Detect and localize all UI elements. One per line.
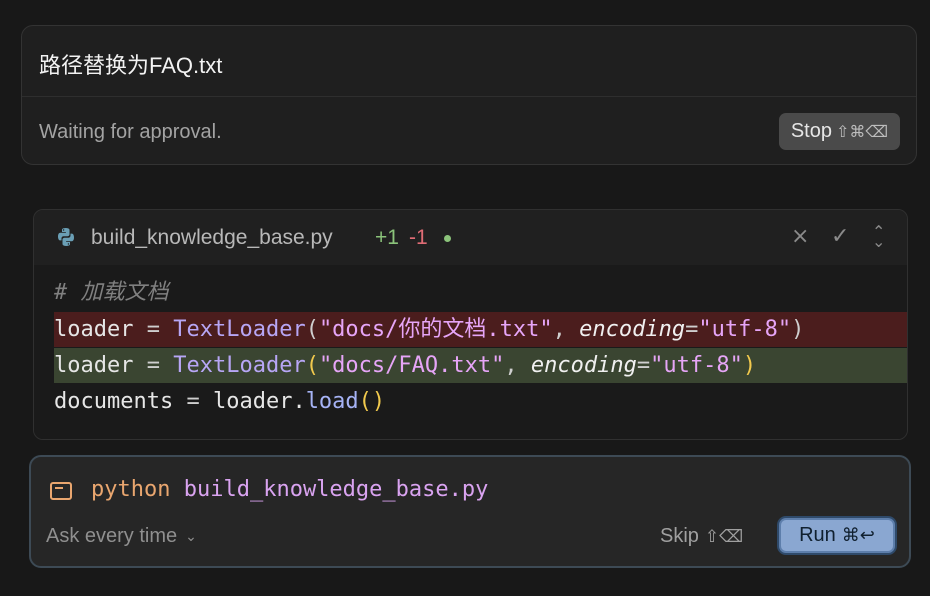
terminal-card: python build_knowledge_base.py Ask every… — [29, 455, 911, 568]
skip-shortcut: ⇧⌫ — [704, 526, 744, 547]
code-line: documents = loader.load() — [54, 384, 907, 419]
diff-card: build_knowledge_base.py +1 -1 × ✓ ⌃ ⌄ # 加… — [33, 209, 908, 440]
token-kwarg: encoding — [530, 353, 637, 378]
token-var: loader — [54, 353, 134, 378]
token-class: TextLoader — [173, 317, 306, 342]
token-string: "utf-8" — [650, 353, 743, 378]
divider — [22, 96, 916, 97]
skip-button[interactable]: Skip ⇧⌫ — [660, 525, 743, 548]
removed-line: loader = TextLoader("docs/你的文档.txt", enc… — [54, 312, 907, 347]
token-paren: ) — [742, 353, 757, 378]
token-eq: = — [685, 317, 699, 342]
terminal-command: python build_knowledge_base.py — [91, 477, 488, 502]
token-op: = — [173, 389, 213, 414]
close-icon[interactable]: × — [791, 224, 809, 249]
terminal-icon — [50, 482, 72, 500]
status-dot — [444, 235, 451, 242]
token-paren: ) — [791, 317, 805, 342]
code-comment: # 加载文档 — [54, 280, 169, 305]
token-paren: () — [358, 389, 386, 414]
command-program: python — [91, 477, 171, 502]
token-function: load — [305, 389, 359, 414]
token-eq: = — [636, 353, 651, 378]
run-button-label: Run — [799, 524, 836, 546]
file-name[interactable]: build_knowledge_base.py — [91, 226, 333, 250]
expand-icon[interactable]: ⌃ ⌄ — [872, 224, 885, 250]
stop-button[interactable]: Stop ⇧⌘⌫ — [778, 113, 900, 150]
token-string: "docs/FAQ.txt" — [318, 353, 505, 378]
stop-button-label: Stop — [790, 120, 832, 142]
token-op: = — [133, 317, 174, 342]
run-shortcut: ⌘↩ — [841, 525, 875, 546]
token-sep: , — [504, 353, 531, 378]
token-paren: ( — [305, 317, 319, 342]
command-argument: build_knowledge_base.py — [183, 477, 489, 502]
token-object: loader. — [212, 389, 306, 414]
task-card: 路径替换为FAQ.txt Waiting for approval. Stop … — [21, 25, 917, 165]
check-icon[interactable]: ✓ — [831, 224, 849, 249]
python-icon — [58, 228, 74, 246]
additions-count: +1 — [375, 226, 399, 249]
deletions-count: -1 — [409, 226, 428, 249]
token-kwarg: encoding — [579, 317, 686, 342]
run-button[interactable]: Run ⌘↩ — [779, 518, 895, 553]
diff-header: build_knowledge_base.py +1 -1 × ✓ ⌃ ⌄ — [34, 210, 907, 265]
token-sep: , — [552, 317, 580, 342]
token-paren: ( — [305, 353, 319, 378]
task-title: 路径替换为FAQ.txt — [39, 53, 223, 78]
status-text: Waiting for approval. — [39, 121, 222, 143]
skip-button-label: Skip — [660, 525, 699, 547]
code-view: # 加载文档 loader = TextLoader("docs/你的文档.tx… — [34, 265, 907, 439]
token-string: "docs/你的文档.txt" — [318, 317, 553, 342]
token-string: "utf-8" — [698, 317, 792, 342]
token-var: loader — [54, 317, 134, 342]
added-line: loader = TextLoader("docs/FAQ.txt", enco… — [54, 348, 907, 383]
token-op: = — [133, 353, 174, 378]
token-var: documents — [54, 389, 174, 414]
chevron-down-icon: ⌄ — [185, 528, 197, 545]
approval-mode-select[interactable]: Ask every time ⌄ — [46, 525, 197, 548]
approval-mode-label: Ask every time — [46, 525, 178, 547]
token-class: TextLoader — [173, 353, 306, 378]
stop-shortcut: ⇧⌘⌫ — [835, 122, 888, 141]
